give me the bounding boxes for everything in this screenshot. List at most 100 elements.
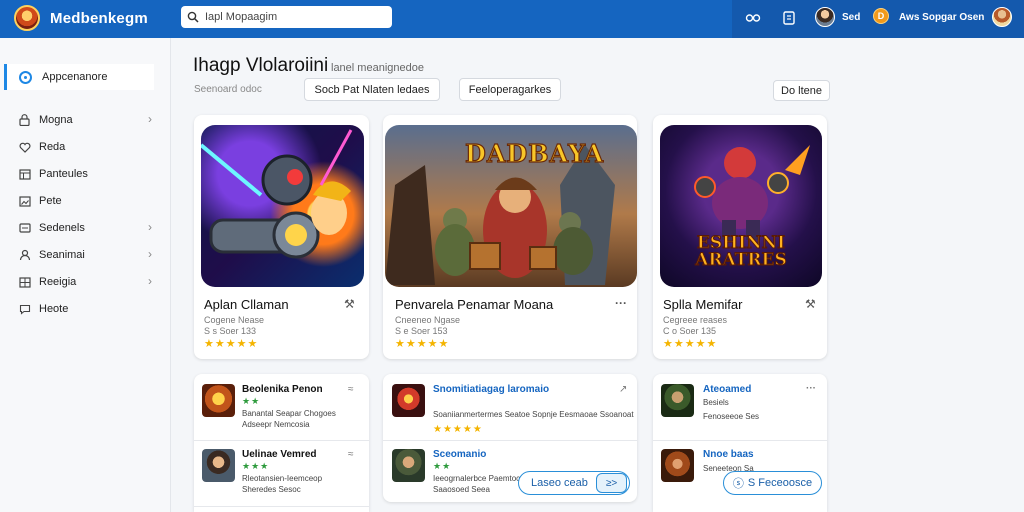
sidebar: Appcenanore Mogna › Reda Panteules Pete …	[0, 38, 171, 512]
document-icon[interactable]	[780, 9, 798, 27]
more-icon[interactable]: ≈	[348, 384, 354, 395]
sidebar-item-label: Pete	[39, 195, 62, 207]
sidebar-item-label: Seanimai	[39, 249, 85, 261]
sidebar-item-label: Mogna	[39, 114, 73, 126]
action-pill-button[interactable]: ⓢ S Feceoosce	[723, 471, 822, 495]
top-bar: Medbenkegm Sed D Aws Sopgar Osen	[0, 0, 1024, 38]
sidebar-item-active[interactable]: Appcenanore	[4, 64, 154, 90]
search-icon	[187, 11, 199, 23]
card-title[interactable]: Penvarela Penamar Moana	[395, 297, 553, 312]
featured-card-1[interactable]: Aplan Cllaman ⚒ Cogene Nease S s Soer 13…	[194, 115, 369, 359]
sidebar-item-0[interactable]: Mogna ›	[18, 111, 156, 129]
lock-icon	[18, 114, 31, 127]
card-subtitle: Cogene Nease	[204, 315, 265, 325]
list-item-stars: ★★★★★	[433, 424, 483, 435]
pill-label: S Feceoosce	[747, 477, 813, 489]
list-card-3: Ateoamed ··· Besiels Fenoseeoe Ses Nnoe …	[653, 374, 827, 512]
rating-stars: ★★★★★	[395, 338, 450, 350]
list-item-thumbnail[interactable]	[661, 384, 694, 417]
card-subtitle: Cegreee reases	[663, 315, 728, 325]
page-subtitle: lanel meanignedoe	[331, 62, 424, 74]
sort-button[interactable]: Do ltene	[773, 80, 830, 101]
rating-stars: ★★★★★	[663, 338, 718, 350]
list-item-desc: Sheredes Sesoc	[242, 485, 301, 494]
list-card-1: Beolenika Penon ≈ ★★ Banantal Seapar Cho…	[194, 374, 369, 512]
game-logo-text: DADBAYA	[464, 138, 605, 168]
app-brand[interactable]: Medbenkegm	[50, 10, 148, 27]
pill-label: Laseo ceab	[531, 477, 588, 489]
chevron-right-icon: ›	[148, 274, 152, 288]
game-art-dadbaya[interactable]: DADBAYA	[385, 125, 637, 287]
list-item-desc: Rleotansien-Ieemceop	[242, 474, 323, 483]
arrow-button[interactable]: ≥>	[596, 473, 627, 493]
featured-card-2[interactable]: DADBAYA Penvarela Penamar Moana ··· Cnee…	[383, 115, 637, 359]
sidebar-active-label: Appcenanore	[42, 71, 108, 83]
sidebar-item-7[interactable]: Heote	[18, 300, 156, 318]
chevron-right-icon: ›	[148, 220, 152, 234]
list-item-stars: ★★	[433, 461, 452, 471]
chat-icon	[18, 303, 31, 316]
external-link-icon[interactable]: ↗	[619, 384, 627, 395]
more-options-icon[interactable]: ···	[615, 296, 627, 310]
list-item-title[interactable]: Snomitiatiagag laromaio	[433, 384, 549, 395]
divider	[653, 440, 827, 441]
list-item-thumbnail[interactable]	[392, 449, 425, 482]
more-icon[interactable]: ≈	[348, 449, 354, 460]
featured-card-3[interactable]: ESHINNI ARATRES Splla Memifar ⚒ Cegreee …	[653, 115, 827, 359]
sidebar-item-2[interactable]: Panteules	[18, 165, 156, 183]
user-icon	[18, 249, 31, 262]
card-title[interactable]: Aplan Cllaman	[204, 297, 289, 312]
card-title[interactable]: Splla Memifar	[663, 297, 742, 312]
game-art-arattres[interactable]: ESHINNI ARATRES	[660, 125, 822, 287]
chevron-right-icon: ›	[148, 112, 152, 126]
coin-badge[interactable]: D	[873, 8, 889, 24]
page-meta: Seenoard odoc	[194, 84, 262, 95]
divider	[194, 506, 369, 507]
glasses-icon[interactable]	[744, 9, 762, 27]
pin-icon[interactable]: ⚒	[344, 297, 355, 311]
filter-chip-1[interactable]: Socb Pat Nlaten ledaes	[304, 78, 440, 101]
compass-icon	[19, 70, 32, 84]
chevron-right-icon: ›	[148, 247, 152, 261]
app-logo[interactable]	[14, 5, 40, 31]
user-name[interactable]: Sed	[842, 12, 860, 23]
list-item-stars: ★★	[242, 396, 261, 406]
game-art-blaster[interactable]	[201, 125, 364, 287]
rating-stars: ★★★★★	[204, 338, 259, 350]
list-item-thumbnail[interactable]	[202, 449, 235, 482]
sidebar-item-5[interactable]: Seanimai ›	[18, 246, 156, 264]
search-box[interactable]	[181, 6, 392, 28]
sidebar-item-label: Sedenels	[39, 222, 85, 234]
account-name[interactable]: Aws Sopgar Osen	[899, 12, 984, 23]
list-item-desc: Besiels	[703, 398, 729, 407]
sidebar-item-label: Reeigia	[39, 276, 77, 288]
more-options-icon[interactable]: ···	[806, 383, 816, 394]
list-item-stars: ★★★	[242, 461, 270, 471]
account-avatar[interactable]	[992, 7, 1012, 27]
filter-chip-2[interactable]: Feeloperagarkes	[459, 78, 561, 101]
sidebar-item-6[interactable]: Reeigia ›	[18, 273, 156, 291]
list-item-thumbnail[interactable]	[661, 449, 694, 482]
sidebar-item-1[interactable]: Reda	[18, 138, 156, 156]
sidebar-item-label: Reda	[39, 141, 66, 153]
list-item-desc: Saaosoed Seea	[433, 485, 490, 494]
sidebar-item-3[interactable]: Pete	[18, 192, 156, 210]
pin-icon[interactable]: ⚒	[805, 297, 816, 311]
divider	[383, 440, 637, 441]
list-item-thumbnail[interactable]	[392, 384, 425, 417]
sidebar-item-4[interactable]: Sedenels ›	[18, 219, 156, 237]
card-meta: S s Soer 133	[204, 326, 257, 336]
list-item-title[interactable]: Ateoamed	[703, 384, 751, 395]
info-icon: ⓢ	[732, 478, 744, 490]
sidebar-item-label: Panteules	[39, 168, 88, 180]
search-input[interactable]	[205, 11, 385, 23]
card-icon	[18, 222, 31, 235]
list-item-title[interactable]: Beolenika Penon	[242, 384, 323, 395]
user-avatar[interactable]	[815, 7, 835, 27]
table-icon	[18, 276, 31, 289]
list-item-thumbnail[interactable]	[202, 384, 235, 417]
list-item-desc: Soaniianmertermes Seatoe Sopnje Eesmaoae…	[433, 410, 634, 419]
list-item-title[interactable]: Sceomanio	[433, 449, 486, 460]
list-item-title[interactable]: Nnoe baas	[703, 449, 754, 460]
list-item-title[interactable]: Uelinae Vemred	[242, 449, 316, 460]
